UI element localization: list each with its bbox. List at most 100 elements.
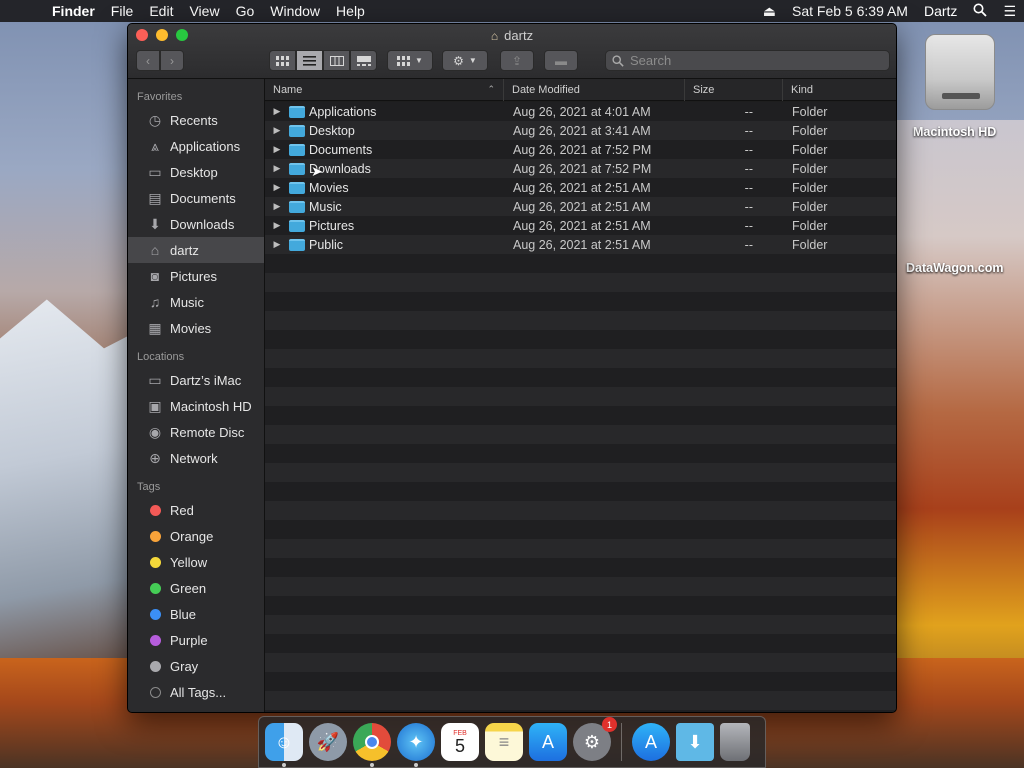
finder-dock-icon[interactable]: ☺ (265, 723, 303, 767)
table-row[interactable]: ▶ Public Aug 26, 2021 at 2:51 AM -- Fold… (265, 235, 896, 254)
tag-dot-icon (150, 582, 161, 594)
sidebar-item-music[interactable]: ♫ Music (128, 289, 264, 315)
file-date: Aug 26, 2021 at 2:51 AM (513, 199, 651, 214)
sidebar-item-label: Dartz’s iMac (170, 372, 242, 388)
disclosure-triangle-icon[interactable]: ▶ (265, 125, 289, 136)
notification-center-icon[interactable]: ☰ (995, 3, 1024, 20)
safari-dock-icon[interactable]: ✦ (397, 723, 435, 767)
sidebar-item-applications[interactable]: ⩓ Applications (128, 133, 264, 159)
forward-button[interactable]: › (160, 50, 184, 71)
sidebar-item-movies[interactable]: ▦ Movies (128, 315, 264, 341)
trash-dock-icon[interactable] (720, 723, 750, 761)
column-headers: Name ⌃ Date Modified Size Kind (265, 78, 896, 101)
sidebar-item-recents[interactable]: ◷ Recents (128, 107, 264, 133)
menu-help[interactable]: Help (328, 3, 373, 19)
sidebar-item-imac[interactable]: ▭ Dartz’s iMac (128, 367, 264, 393)
table-row[interactable]: ▶ Applications Aug 26, 2021 at 4:01 AM -… (265, 102, 896, 121)
search-field[interactable] (605, 50, 890, 71)
sidebar-tag-yellow[interactable]: Yellow (128, 549, 264, 575)
sidebar-item-remote-disc[interactable]: ◉ Remote Disc (128, 419, 264, 445)
eject-icon[interactable]: ⏏ (755, 3, 784, 20)
group-by-dropdown[interactable]: ▼ (387, 50, 433, 71)
sidebar-tag-blue[interactable]: Blue (128, 601, 264, 627)
table-row[interactable]: ▶ Music Aug 26, 2021 at 2:51 AM -- Folde… (265, 197, 896, 216)
disclosure-triangle-icon[interactable]: ▶ (265, 106, 289, 117)
app-store-dock-icon[interactable]: A (529, 723, 567, 761)
sidebar-item-label: Remote Disc (170, 424, 245, 440)
menubar-clock[interactable]: Sat Feb 5 6:39 AM (784, 3, 916, 19)
table-row[interactable]: ▶ Desktop Aug 26, 2021 at 3:41 AM -- Fol… (265, 121, 896, 140)
column-header-kind[interactable]: Kind (783, 79, 896, 101)
list-view-button[interactable] (296, 50, 323, 71)
sidebar-item-macintosh-hd[interactable]: ▣ Macintosh HD (128, 393, 264, 419)
spotlight-icon[interactable] (965, 3, 995, 20)
notes-dock-icon[interactable]: ≡ (485, 723, 523, 761)
disclosure-triangle-icon[interactable]: ▶ (265, 163, 289, 174)
sidebar-item-desktop[interactable]: ▭ Desktop (128, 159, 264, 185)
file-kind: Folder (792, 123, 828, 138)
table-row[interactable]: ▶ Pictures Aug 26, 2021 at 2:51 AM -- Fo… (265, 216, 896, 235)
sidebar-item-network[interactable]: ⊕ Network (128, 445, 264, 471)
column-header-size[interactable]: Size (685, 78, 783, 101)
back-button[interactable]: ‹ (136, 50, 160, 71)
sidebar-tag-red[interactable]: Red (128, 497, 264, 523)
menu-window[interactable]: Window (262, 3, 328, 19)
menu-file[interactable]: File (103, 3, 142, 19)
downloads-folder-dock-icon[interactable]: ⬇ (676, 723, 714, 761)
macintosh-hd-drive-icon[interactable] (925, 34, 995, 110)
share-button[interactable]: ⇪ (500, 50, 534, 71)
system-preferences-dock-icon[interactable]: ⚙ 1 (573, 717, 617, 761)
sidebar-item-label: Macintosh HD (170, 398, 252, 414)
menu-edit[interactable]: Edit (141, 3, 181, 19)
sidebar-all-tags[interactable]: All Tags... (128, 679, 264, 705)
table-row[interactable]: ▶ Movies Aug 26, 2021 at 2:51 AM -- Fold… (265, 178, 896, 197)
window-titlebar[interactable]: ⌂ dartz ‹ › ▼ ⚙ ▼ ⇪ ▬ Search (128, 24, 896, 79)
sidebar-tag-orange[interactable]: Orange (128, 523, 264, 549)
menu-app-name[interactable]: Finder (44, 3, 103, 19)
app-store-download-dock-icon[interactable]: A (632, 723, 670, 761)
menu-go[interactable]: Go (228, 3, 263, 19)
sidebar-item-pictures[interactable]: ◙ Pictures (128, 263, 264, 289)
film-icon: ▦ (148, 319, 162, 336)
folder-icon (289, 219, 305, 232)
folder-icon (289, 200, 305, 213)
column-view-button[interactable] (323, 50, 350, 71)
calendar-dock-icon[interactable]: FEB 5 (441, 723, 479, 761)
notification-badge: 1 (602, 717, 617, 732)
launchpad-dock-icon[interactable]: 🚀 (309, 723, 347, 761)
disclosure-triangle-icon[interactable]: ▶ (265, 144, 289, 155)
column-header-name[interactable]: Name ⌃ (265, 78, 504, 101)
edit-tags-button[interactable]: ▬ (544, 50, 578, 71)
sidebar-tag-green[interactable]: Green (128, 575, 264, 601)
file-name: Desktop (309, 123, 355, 138)
file-name: Downloads (309, 161, 371, 176)
sidebar-tag-gray[interactable]: Gray (128, 653, 264, 679)
desktop-drive-label[interactable]: Macintosh HD (913, 125, 996, 139)
chrome-dock-icon[interactable] (353, 723, 391, 767)
menu-view[interactable]: View (181, 3, 227, 19)
menubar-user[interactable]: Dartz (916, 3, 965, 19)
column-header-date-modified[interactable]: Date Modified (504, 78, 685, 101)
table-row[interactable]: ▶ Downloads Aug 26, 2021 at 7:52 PM -- F… (265, 159, 896, 178)
file-name: Movies (309, 180, 349, 195)
table-row[interactable]: ▶ Documents Aug 26, 2021 at 7:52 PM -- F… (265, 140, 896, 159)
sidebar-item-dartz[interactable]: ⌂ dartz (128, 237, 264, 263)
disclosure-triangle-icon[interactable]: ▶ (265, 239, 289, 250)
action-menu-button[interactable]: ⚙ ▼ (442, 50, 488, 71)
disclosure-triangle-icon[interactable]: ▶ (265, 182, 289, 193)
disclosure-triangle-icon[interactable]: ▶ (265, 220, 289, 231)
sidebar-item-downloads[interactable]: ⬇ Downloads (128, 211, 264, 237)
sidebar-tag-purple[interactable]: Purple (128, 627, 264, 653)
disclosure-triangle-icon[interactable]: ▶ (265, 201, 289, 212)
search-input[interactable] (630, 53, 870, 68)
file-size: -- (744, 199, 753, 214)
gallery-view-button[interactable] (350, 50, 377, 71)
gear-icon: ⚙ (453, 53, 464, 68)
folder-icon (289, 238, 305, 251)
mouse-cursor-icon: ➤ (311, 163, 323, 179)
search-icon (612, 54, 624, 67)
sidebar-item-documents[interactable]: ▤ Documents (128, 185, 264, 211)
file-kind: Folder (792, 237, 828, 252)
tag-dot-icon (150, 686, 161, 698)
icon-view-button[interactable] (269, 50, 296, 71)
